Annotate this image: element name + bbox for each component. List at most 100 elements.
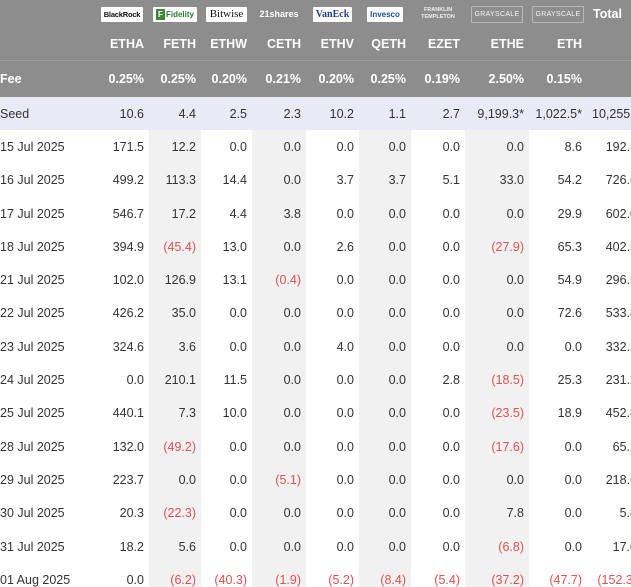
flow-cell-etha: 499.2	[112, 173, 144, 188]
flow-cell-eth: 0.0	[564, 472, 582, 487]
issuer-logo-cell-ethw: Bitwise	[201, 0, 252, 28]
row-total-cell: 17.0	[612, 539, 631, 554]
flow-cell-eth: 0.0	[564, 439, 582, 454]
issuer-logo-cell-qeth: Invesco	[359, 0, 411, 28]
flow-cell-ethv: (5.2)	[328, 572, 354, 587]
row-total-cell: 5.8	[619, 506, 631, 521]
flow-cell-ezet: 0.0	[442, 439, 460, 454]
flow-cell-eth: 8.6	[564, 139, 582, 154]
flow-cell-feth: 3.6	[149, 330, 201, 364]
flow-cell-ethw: 0.0	[229, 539, 247, 554]
21shares-logo: 21shares	[256, 7, 302, 22]
row-total-cell: 402.5	[605, 239, 631, 254]
flow-cell-ceth: (0.4)	[252, 263, 306, 297]
flow-cell-feth: (6.2)	[149, 563, 201, 587]
flow-cell-ceth: (5.1)	[252, 463, 306, 497]
row-total-cell: 452.8	[605, 406, 631, 421]
ticker-row-total-blank	[587, 28, 631, 61]
row-date-label: 01 Aug 2025	[0, 572, 71, 587]
flow-cell-ethe: (17.6)	[465, 429, 529, 464]
issuer-logo-cell-ethv: VanEck	[306, 0, 359, 28]
flow-cell-etha: 440.1	[112, 406, 144, 421]
flow-cell-ethv: 0.0	[336, 139, 354, 154]
franklin-logo: FRANKLIN TEMPLETON	[414, 7, 462, 22]
ticker-header-ethe: ETHE	[465, 28, 529, 61]
flow-cell-feth: 210.1	[149, 363, 201, 397]
flow-cell-ceth: 0.0	[252, 396, 306, 430]
flow-cell-ethe: 0.0	[465, 130, 529, 164]
flow-cell-ezet: 0.0	[442, 406, 460, 421]
flow-cell-ethe: 0.0	[465, 463, 529, 497]
flow-cell-ezet: 0.0	[442, 139, 460, 154]
flow-cell-eth: 0.0	[564, 339, 582, 354]
ticker-header-ethv: ETHV	[306, 28, 359, 61]
flow-cell-ceth: 2.3	[252, 97, 306, 131]
flow-cell-feth: (22.3)	[149, 496, 201, 530]
flow-cell-ezet: 0.0	[442, 472, 460, 487]
flow-cell-feth: 126.9	[149, 263, 201, 297]
flow-cell-ceth: 0.0	[252, 296, 306, 331]
flow-cell-ethe: (18.5)	[465, 363, 529, 397]
flow-cell-ezet: 2.7	[411, 97, 465, 131]
row-date-label: 16 Jul 2025	[0, 173, 65, 188]
flow-cell-ethw: 0.0	[229, 306, 247, 321]
table-row: 23 Jul 2025 324.6 3.6 0.0 0.0 4.0 0.0 0.0 0.0 0.0…	[0, 330, 631, 364]
grayscale-logo: GRAYSCALE	[470, 6, 524, 23]
flow-cell-ezet: 0.0	[442, 239, 460, 254]
flow-cell-feth: 113.3	[149, 163, 201, 197]
flow-cell-etha: 18.2	[119, 539, 144, 554]
flow-cell-ethv: 0.0	[336, 439, 354, 454]
row-total-cell: 332.2	[605, 339, 631, 354]
flow-cell-ezet: (5.4)	[434, 572, 460, 587]
fee-row: Fee 0.25% 0.25% 0.20% 0.21% 0.20% 0.25% 0.19% 2.…	[0, 60, 631, 97]
flow-cell-ethe: 0.0	[465, 196, 529, 231]
flow-cell-eth: (47.7)	[549, 572, 582, 587]
flow-cell-ezet: 0.0	[442, 539, 460, 554]
ticker-header-ethw: ETHW	[201, 28, 252, 61]
table-row: 01 Aug 2025 0.0 (6.2) (40.3) (1.9) (5.2) (8.4)…	[0, 563, 631, 587]
row-date-label: 18 Jul 2025	[0, 239, 65, 254]
row-total-cell: 726.6	[605, 173, 631, 188]
table-row: 29 Jul 2025 223.7 0.0 0.0 (5.1) 0.0 0.0 0.0 0.0 0…	[0, 463, 631, 497]
row-date-label: 23 Jul 2025	[0, 339, 65, 354]
row-total-cell: 533.8	[605, 306, 631, 321]
flow-cell-ethe: (6.8)	[465, 529, 529, 564]
flow-cell-feth: 17.2	[149, 196, 201, 231]
flow-cell-ezet: 5.1	[442, 173, 460, 188]
bitwise-logo: Bitwise	[205, 7, 248, 22]
flow-cell-ethe: (37.2)	[465, 563, 529, 587]
row-total-cell: 296.5	[605, 273, 631, 288]
flow-cell-ethv: 2.6	[336, 239, 354, 254]
flow-cell-ethw: 2.5	[201, 97, 252, 131]
flow-cell-eth: 65.3	[557, 239, 582, 254]
flow-cell-ethv: 0.0	[336, 506, 354, 521]
blackrock-logo: BlackRock	[100, 7, 144, 22]
flow-cell-etha: 546.7	[112, 206, 144, 221]
flow-cell-qeth: 0.0	[359, 230, 411, 264]
etf-flow-table-container: BlackRock F Fidelity Bitwise 21shares VanEck I…	[0, 0, 631, 587]
flow-cell-etha: 223.7	[112, 472, 144, 487]
etf-flow-table: BlackRock F Fidelity Bitwise 21shares VanEck I…	[0, 0, 631, 587]
fee-value-eth: 0.15%	[529, 60, 587, 97]
fee-value-ethw: 0.20%	[201, 60, 252, 97]
flow-cell-ethw: 0.0	[229, 439, 247, 454]
ticker-header-eth: ETH	[529, 28, 587, 61]
row-date-label: 21 Jul 2025	[0, 273, 65, 288]
flow-cell-ethw: 13.0	[222, 239, 247, 254]
row-total-cell: 10,255.6	[587, 97, 631, 131]
flow-cell-ethv: 0.0	[336, 306, 354, 321]
flow-cell-etha: 394.9	[112, 239, 144, 254]
row-date-label: 15 Jul 2025	[0, 139, 65, 154]
row-date-label: 31 Jul 2025	[0, 539, 65, 554]
flow-cell-ethw: 0.0	[229, 339, 247, 354]
total-column-header: Total	[587, 0, 631, 28]
table-header: BlackRock F Fidelity Bitwise 21shares VanEck I…	[0, 0, 631, 97]
row-total-cell: 602.0	[605, 206, 631, 221]
flow-cell-ethv: 0.0	[336, 472, 354, 487]
flow-cell-ethw: 10.0	[222, 406, 247, 421]
flow-cell-eth: 0.0	[564, 539, 582, 554]
flow-cell-ceth: 0.0	[252, 363, 306, 397]
flow-cell-ezet: 0.0	[442, 273, 460, 288]
flow-cell-qeth: 0.0	[359, 496, 411, 530]
flow-cell-qeth: 0.0	[359, 429, 411, 464]
